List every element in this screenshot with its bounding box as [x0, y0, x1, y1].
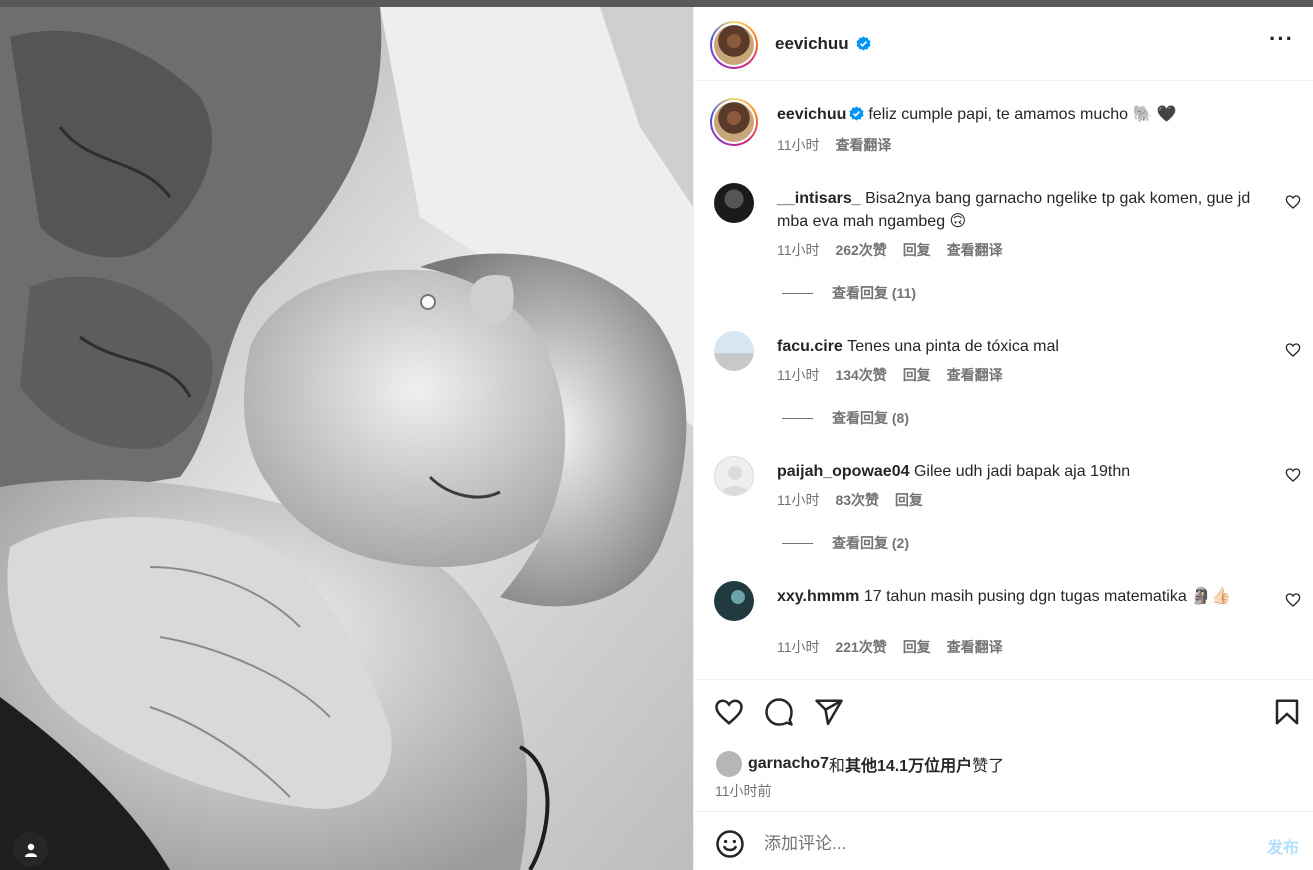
likes-suffix: 赞了	[972, 758, 1005, 775]
comment-icon[interactable]	[764, 697, 794, 727]
likes-connector: 和	[828, 758, 845, 775]
likes-others[interactable]: 其他14.1万位用户	[845, 752, 972, 776]
reply-button[interactable]: 回复	[903, 242, 931, 258]
comment-username[interactable]: __intisars_	[777, 190, 861, 207]
caption-username[interactable]: eevichuu	[777, 106, 846, 123]
comment-meta: 11小时 221次赞 回复 查看翻译	[777, 637, 1015, 657]
verified-badge-icon	[849, 106, 864, 121]
comment-input[interactable]	[764, 830, 1224, 858]
avatar	[714, 25, 754, 65]
add-comment-bar: 发布	[694, 811, 1313, 870]
post-timestamp[interactable]: 11小时前	[715, 781, 772, 801]
comment-like-icon[interactable]	[1285, 194, 1301, 210]
comment-like-count[interactable]: 262次赞	[835, 242, 886, 258]
caption-text: feliz cumple papi, te amamos mucho 🐘 🖤	[868, 106, 1177, 123]
verified-badge-icon	[856, 36, 871, 51]
replies-divider	[782, 417, 813, 419]
view-replies-button[interactable]: 查看回复 (8)	[782, 408, 909, 428]
heart-icon[interactable]	[714, 697, 744, 727]
author-avatar-ring[interactable]	[710, 21, 758, 69]
comment-time: 11小时	[777, 367, 820, 383]
reply-button[interactable]: 回复	[903, 367, 931, 383]
emoji-icon[interactable]	[715, 829, 745, 859]
avatar[interactable]	[714, 456, 754, 496]
avatar	[714, 102, 754, 142]
reply-button[interactable]: 回复	[903, 639, 931, 655]
reply-button[interactable]: 回复	[895, 492, 923, 508]
bookmark-icon[interactable]	[1272, 697, 1302, 727]
caption: eevichuu feliz cumple papi, te amamos muc…	[777, 103, 1277, 126]
comment-body: __intisars_ Bisa2nya bang garnacho ngeli…	[777, 187, 1272, 233]
view-replies-label: 查看回复 (2)	[832, 535, 909, 551]
post-image[interactable]	[0, 7, 693, 870]
see-translation-link[interactable]: 查看翻译	[835, 137, 891, 153]
comment-username[interactable]: paijah_opowae04	[777, 463, 910, 480]
avatar	[716, 751, 742, 777]
liker-username[interactable]: garnacho7	[748, 755, 829, 773]
photo-illustration	[0, 7, 693, 870]
see-translation-link[interactable]: 查看翻译	[947, 367, 1003, 383]
caption-avatar-ring[interactable]	[710, 98, 758, 146]
post-header: eevichuu ···	[694, 7, 1313, 81]
avatar[interactable]	[714, 331, 754, 371]
action-bar: garnacho7 和其他14.1万位用户 赞了 11小时前	[694, 679, 1313, 811]
comment-time: 11小时	[777, 242, 820, 258]
see-translation-link[interactable]: 查看翻译	[947, 242, 1003, 258]
see-translation-link[interactable]: 查看翻译	[947, 639, 1003, 655]
likes-summary[interactable]: garnacho7 和其他14.1万位用户 赞了	[716, 751, 1004, 777]
user-tag-button[interactable]	[13, 832, 48, 867]
avatar[interactable]	[714, 581, 754, 621]
caption-meta: 11小时 查看翻译	[777, 135, 903, 155]
replies-divider	[782, 542, 813, 544]
comment-like-count[interactable]: 134次赞	[835, 367, 886, 383]
comment-like-icon[interactable]	[1285, 342, 1301, 358]
comment-like-count[interactable]: 221次赞	[835, 639, 886, 655]
send-icon[interactable]	[814, 697, 844, 727]
comment-username[interactable]: xxy.hmmm	[777, 588, 859, 605]
comments-list[interactable]: eevichuu feliz cumple papi, te amamos muc…	[694, 81, 1313, 681]
comment-body: paijah_opowae04 Gilee udh jadi bapak aja…	[777, 460, 1272, 483]
comment-like-icon[interactable]	[1285, 592, 1301, 608]
more-options-icon[interactable]: ···	[1269, 28, 1294, 50]
comment-meta: 11小时 262次赞 回复 查看翻译	[777, 240, 1015, 260]
view-replies-label: 查看回复 (11)	[832, 285, 917, 301]
default-avatar-icon	[721, 466, 749, 495]
replies-divider	[782, 292, 813, 294]
comment-text: Gilee udh jadi bapak aja 19thn	[913, 463, 1131, 480]
view-replies-button[interactable]: 查看回复 (11)	[782, 283, 916, 303]
avatar[interactable]	[714, 183, 754, 223]
view-replies-label: 查看回复 (8)	[832, 410, 909, 426]
comment-text: Tenes una pinta de tóxica mal	[847, 338, 1059, 355]
comment-meta: 11小时 134次赞 回复 查看翻译	[777, 365, 1015, 385]
author-username[interactable]: eevichuu	[775, 34, 849, 53]
comment-like-count[interactable]: 83次赞	[835, 492, 879, 508]
comment-body: facu.cire Tenes una pinta de tóxica mal	[777, 335, 1272, 358]
comment-body: xxy.hmmm 17 tahun masih pusing dgn tugas…	[777, 585, 1257, 608]
comment-text: 17 tahun masih pusing dgn tugas matemati…	[863, 588, 1232, 605]
top-bar	[0, 0, 1313, 7]
caption-time: 11小时	[777, 137, 820, 153]
post-detail-panel: eevichuu ··· eevichuu feliz cumple papi, …	[693, 7, 1313, 870]
comment-like-icon[interactable]	[1285, 467, 1301, 483]
post-comment-button[interactable]: 发布	[1267, 834, 1299, 858]
user-tag-icon	[24, 843, 37, 857]
comment-username[interactable]: facu.cire	[777, 338, 843, 355]
view-replies-button[interactable]: 查看回复 (2)	[782, 533, 909, 553]
comment-time: 11小时	[777, 639, 820, 655]
comment-meta: 11小时 83次赞 回复	[777, 490, 935, 510]
comment-time: 11小时	[777, 492, 820, 508]
